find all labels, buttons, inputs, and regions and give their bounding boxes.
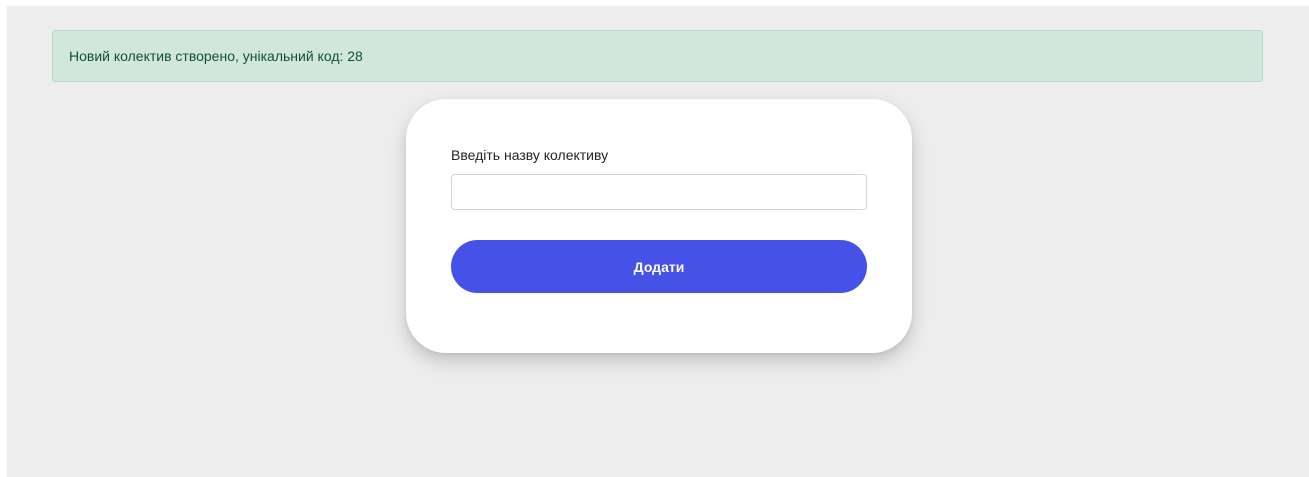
alert-message: Новий колектив створено, унікальний код:… (69, 48, 363, 64)
add-button[interactable]: Додати (451, 240, 867, 293)
team-name-input[interactable] (451, 174, 867, 210)
page-background: Новий колектив створено, унікальний код:… (7, 6, 1309, 477)
team-name-label: Введіть назву колективу (451, 147, 609, 163)
create-team-card: Введіть назву колективу Додати (406, 99, 912, 353)
success-alert: Новий колектив створено, унікальний код:… (52, 30, 1263, 82)
